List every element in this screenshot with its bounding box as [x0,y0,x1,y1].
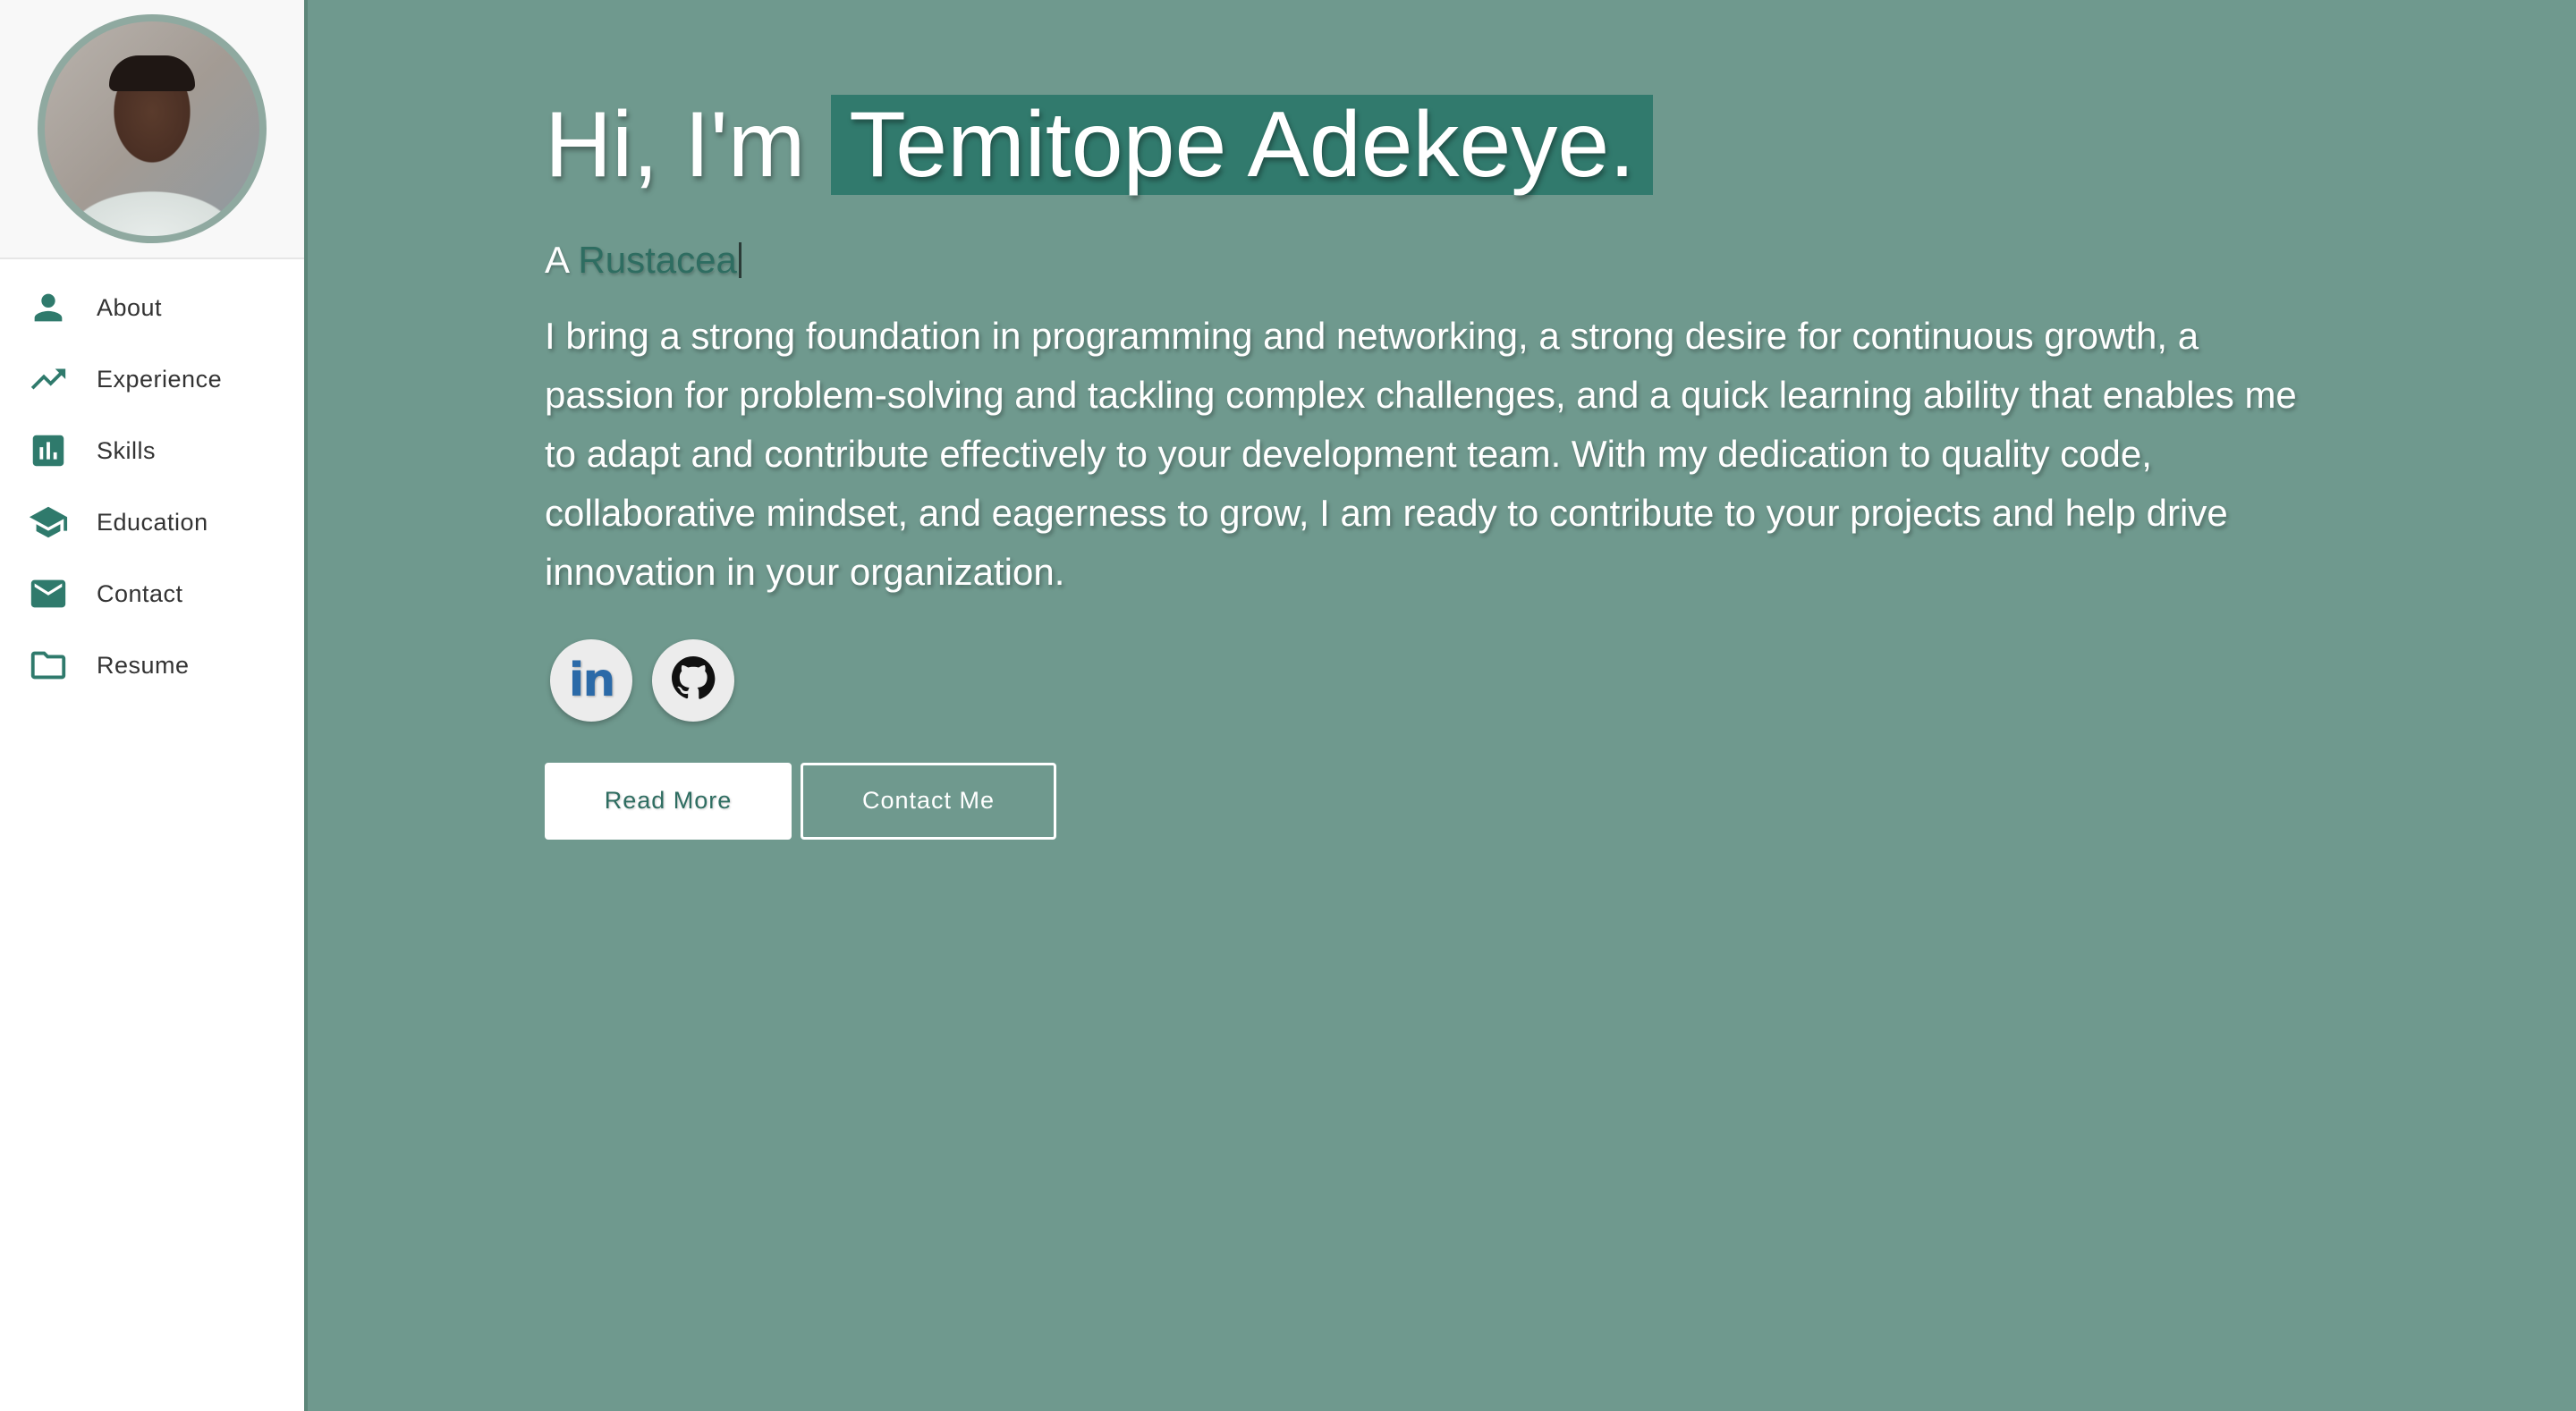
profile-header [0,0,304,259]
trending-up-icon [27,358,70,401]
github-icon [671,655,716,705]
sidebar-item-about[interactable]: About [0,272,304,343]
mail-icon [27,572,70,615]
github-link[interactable] [652,638,734,722]
social-links: in [545,638,2325,722]
page-title: Hi, I'm Temitope Adekeye. [545,89,2325,201]
name-highlight: Temitope Adekeye. [831,95,1654,195]
page: About Experience Skills Education Contac… [0,0,2576,1411]
typing-caret [738,241,741,278]
sidebar: About Experience Skills Education Contac… [0,0,308,1411]
sidebar-item-skills[interactable]: Skills [0,415,304,486]
tagline: A Rustacea [545,239,2325,282]
greeting-text: Hi, I'm [545,93,806,197]
read-more-button[interactable]: Read More [545,762,792,840]
person-icon [27,286,70,329]
sidebar-item-label: Contact [97,579,183,607]
sidebar-item-label: Skills [97,436,157,464]
sidebar-item-label: About [97,293,163,321]
sidebar-item-resume[interactable]: Resume [0,629,304,701]
sidebar-item-label: Experience [97,365,223,393]
tagline-role: Rustacea [578,238,737,281]
graduation-cap-icon [27,501,70,544]
cta-buttons: Read More Contact Me [545,762,2325,840]
avatar [38,14,267,243]
folder-icon [27,644,70,687]
avatar-hair [109,55,195,91]
sidebar-item-contact[interactable]: Contact [0,558,304,629]
sidebar-nav: About Experience Skills Education Contac… [0,259,304,701]
sidebar-item-label: Education [97,508,208,536]
sidebar-item-label: Resume [97,651,190,679]
contact-me-button[interactable]: Contact Me [801,762,1056,840]
linkedin-icon: in [568,653,616,707]
sidebar-item-education[interactable]: Education [0,486,304,558]
bar-chart-icon [27,429,70,472]
tagline-prefix: A [545,238,568,281]
bio-paragraph: I bring a strong foundation in programmi… [545,314,2297,593]
linkedin-link[interactable]: in [550,638,632,722]
hero-section: Hi, I'm Temitope Adekeye. A Rustacea I b… [545,89,2325,840]
sidebar-item-experience[interactable]: Experience [0,343,304,415]
main-content: Hi, I'm Temitope Adekeye. A Rustacea I b… [308,0,2576,1411]
